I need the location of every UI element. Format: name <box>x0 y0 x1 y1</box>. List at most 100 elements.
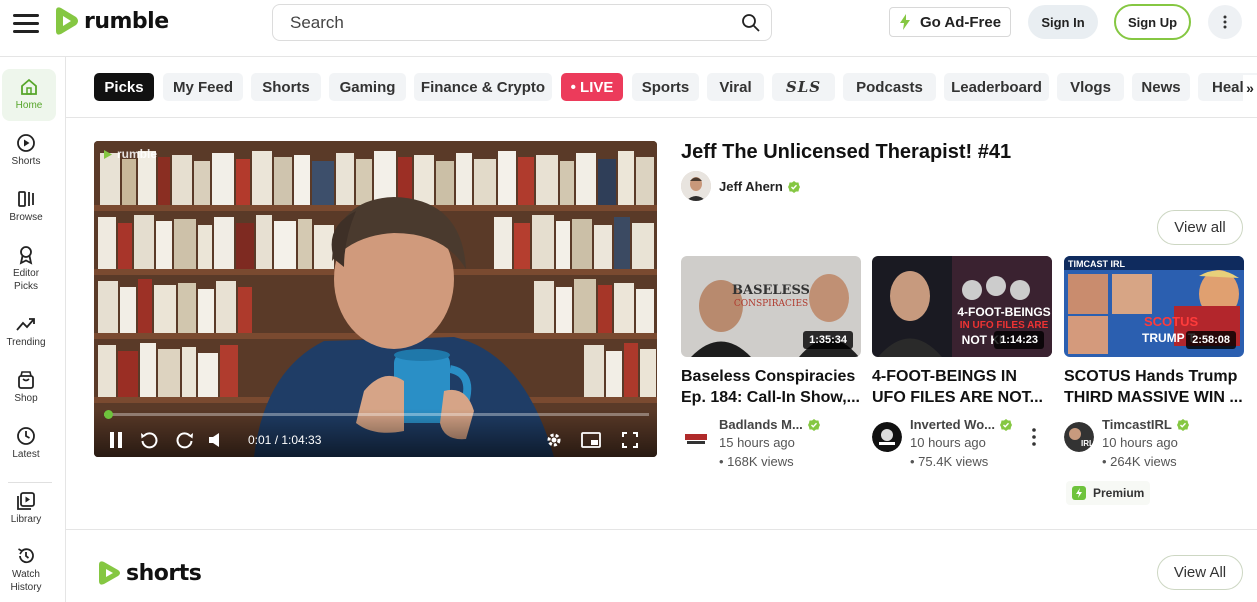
video-title[interactable]: Baseless Conspiracies Ep. 184: Call-In S… <box>681 366 861 408</box>
logo-text: rumble <box>84 8 169 34</box>
video-thumbnail[interactable]: TIMCAST IRL SCOTUS TRUMP T 2:58:08 <box>1064 256 1244 357</box>
category-sports[interactable]: Sports <box>632 73 699 101</box>
video-thumbnail[interactable]: BASELESS CONSPIRACIES 1:35:34 <box>681 256 861 357</box>
sidebar-item-shop[interactable]: Shop <box>0 370 52 405</box>
featured-video-title[interactable]: Jeff The Unlicensed Therapist! #41 <box>681 141 1011 164</box>
video-duration: 2:58:08 <box>1186 331 1236 349</box>
player-watermark: rumble <box>102 147 157 161</box>
category-bar: Picks My Feed Shorts Gaming Finance & Cr… <box>66 57 1257 118</box>
svg-text:4-FOOT-BEINGS: 4-FOOT-BEINGS <box>957 305 1050 319</box>
category-news[interactable]: News <box>1132 73 1190 101</box>
video-meta: IRL TimcastIRL 10 hours ago • 264K views <box>1064 417 1244 469</box>
more-options-icon[interactable] <box>1028 427 1040 447</box>
avatar[interactable] <box>681 171 711 201</box>
shop-icon <box>18 371 34 389</box>
category-podcasts[interactable]: Podcasts <box>843 73 936 101</box>
rewind-icon[interactable] <box>138 429 160 451</box>
svg-text:SCOTUS: SCOTUS <box>1144 314 1199 329</box>
upload-time: 15 hours ago <box>719 435 795 450</box>
browse-icon <box>18 191 34 207</box>
svg-text:BASELESS: BASELESS <box>732 283 810 298</box>
sidebar-item-label: Library <box>10 514 42 525</box>
library-icon <box>17 492 35 510</box>
go-ad-free-label: Go Ad-Free <box>919 13 1002 31</box>
home-icon <box>21 78 37 95</box>
search-box <box>272 4 772 41</box>
go-ad-free-button[interactable]: Go Ad-Free <box>889 7 1011 37</box>
video-title[interactable]: SCOTUS Hands Trump THIRD MASSIVE WIN ... <box>1064 366 1244 408</box>
rumble-watermark-icon <box>104 149 112 159</box>
player-time: 0:01 / 1:04:33 <box>248 433 322 447</box>
svg-text:CONSPIRACIES: CONSPIRACIES <box>734 299 808 309</box>
shorts-section-logo[interactable]: shorts <box>96 559 202 587</box>
sidebar-item-label: Shorts <box>11 156 41 167</box>
view-all-button[interactable]: View all <box>1157 210 1243 245</box>
sidebar-item-home[interactable]: Home <box>2 69 56 121</box>
lightning-icon <box>899 14 910 30</box>
video-meta: Inverted Wo... 10 hours ago • 75.4K view… <box>872 417 1052 469</box>
sidebar-item-editor-picks[interactable]: Editor Picks <box>0 245 52 293</box>
category-live[interactable]: • LIVE <box>561 73 623 101</box>
progress-handle[interactable] <box>104 410 113 419</box>
featured-channel[interactable]: Jeff Ahern <box>719 179 800 194</box>
video-title[interactable]: 4-FOOT-BEINGS IN UFO FILES ARE NOT... <box>872 366 1052 408</box>
scroll-right-icon[interactable]: » <box>1243 75 1257 101</box>
rumble-logo[interactable]: rumble <box>52 5 169 37</box>
video-progress-bar[interactable] <box>104 410 649 419</box>
sign-in-button[interactable]: Sign In <box>1028 5 1098 39</box>
sidebar-item-latest[interactable]: Latest <box>0 426 52 461</box>
video-card[interactable]: BASELESS CONSPIRACIES 1:35:34 Baseless C… <box>681 256 861 469</box>
svg-text:IN UFO FILES ARE: IN UFO FILES ARE <box>960 320 1049 331</box>
picture-in-picture-icon[interactable] <box>580 429 602 451</box>
sidebar: Home Shorts Browse Editor Picks Trending… <box>0 57 66 602</box>
channel-name[interactable]: TimcastIRL <box>1102 417 1189 432</box>
fullscreen-icon[interactable] <box>620 429 640 451</box>
category-viral[interactable]: Viral <box>707 73 764 101</box>
sidebar-item-label: Watch History <box>10 569 42 593</box>
category-gaming[interactable]: Gaming <box>329 73 406 101</box>
category-shorts[interactable]: Shorts <box>251 73 321 101</box>
video-card[interactable]: 4-FOOT-BEINGS IN UFO FILES ARE NOT KI 1:… <box>872 256 1052 469</box>
forward-icon[interactable] <box>174 429 196 451</box>
menu-icon[interactable] <box>13 12 39 34</box>
sidebar-item-label: Shop <box>14 393 38 404</box>
svg-text:TIMCAST IRL: TIMCAST IRL <box>1068 259 1125 269</box>
shorts-view-all-button[interactable]: View All <box>1157 555 1243 590</box>
avatar[interactable]: IRL <box>1064 422 1094 452</box>
channel-name[interactable]: Badlands M... <box>719 417 820 432</box>
sidebar-item-trending[interactable]: Trending <box>0 314 52 349</box>
category-finance-crypto[interactable]: Finance & Crypto <box>414 73 552 101</box>
search-icon[interactable] <box>741 13 761 33</box>
sidebar-item-shorts[interactable]: Shorts <box>0 133 52 168</box>
channel-name[interactable]: Inverted Wo... <box>910 417 1012 432</box>
video-thumbnail[interactable]: 4-FOOT-BEINGS IN UFO FILES ARE NOT KI 1:… <box>872 256 1052 357</box>
category-picks[interactable]: Picks <box>94 73 154 101</box>
channel-name-text: TimcastIRL <box>1102 417 1172 432</box>
category-vlogs[interactable]: Vlogs <box>1057 73 1124 101</box>
volume-icon[interactable] <box>206 429 226 451</box>
view-count: • 75.4K views <box>910 454 989 469</box>
trending-icon <box>16 318 35 331</box>
shorts-icon <box>17 134 35 152</box>
category-my-feed[interactable]: My Feed <box>163 73 243 101</box>
sidebar-item-browse[interactable]: Browse <box>0 189 52 224</box>
sidebar-item-watch-history[interactable]: Watch History <box>0 546 52 594</box>
svg-text:IRL: IRL <box>1081 439 1094 448</box>
sidebar-item-library[interactable]: Library <box>0 491 52 526</box>
featured-channel-name: Jeff Ahern <box>719 179 783 194</box>
sign-up-button[interactable]: Sign Up <box>1114 4 1191 40</box>
category-sls[interactable]: SLS <box>772 73 835 101</box>
player-watermark-text: rumble <box>117 147 158 161</box>
video-player[interactable]: rumble 0:01 / 1:04:33 <box>94 141 657 457</box>
settings-icon[interactable] <box>544 429 564 451</box>
avatar[interactable] <box>681 422 711 452</box>
premium-label: Premium <box>1093 486 1145 500</box>
avatar[interactable] <box>872 422 902 452</box>
verified-icon <box>807 418 820 431</box>
more-options-icon[interactable] <box>1208 5 1242 39</box>
search-input[interactable] <box>273 5 713 40</box>
channel-name-text: Badlands M... <box>719 417 803 432</box>
category-leaderboard[interactable]: Leaderboard <box>944 73 1049 101</box>
pause-icon[interactable] <box>106 429 126 451</box>
video-card[interactable]: TIMCAST IRL SCOTUS TRUMP T 2:58:08 SCOTU… <box>1064 256 1244 469</box>
